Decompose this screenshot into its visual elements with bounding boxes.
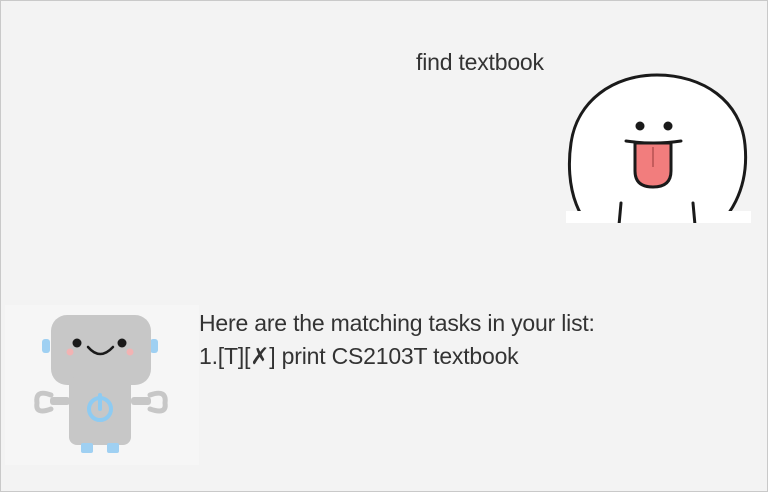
user-avatar	[561, 63, 753, 227]
bot-message-intro: Here are the matching tasks in your list…	[199, 310, 595, 336]
user-message: find textbook	[416, 49, 544, 75]
chat-window: find textbook Here are the matching task…	[0, 0, 768, 492]
smiling-blob-tongue-out-icon	[561, 63, 753, 223]
robot-power-icon	[34, 315, 168, 453]
task-list-item: 1.[T][✗] print CS2103T textbook	[199, 343, 519, 369]
bot-avatar	[5, 305, 199, 465]
bot-message: Here are the matching tasks in your list…	[199, 307, 595, 373]
